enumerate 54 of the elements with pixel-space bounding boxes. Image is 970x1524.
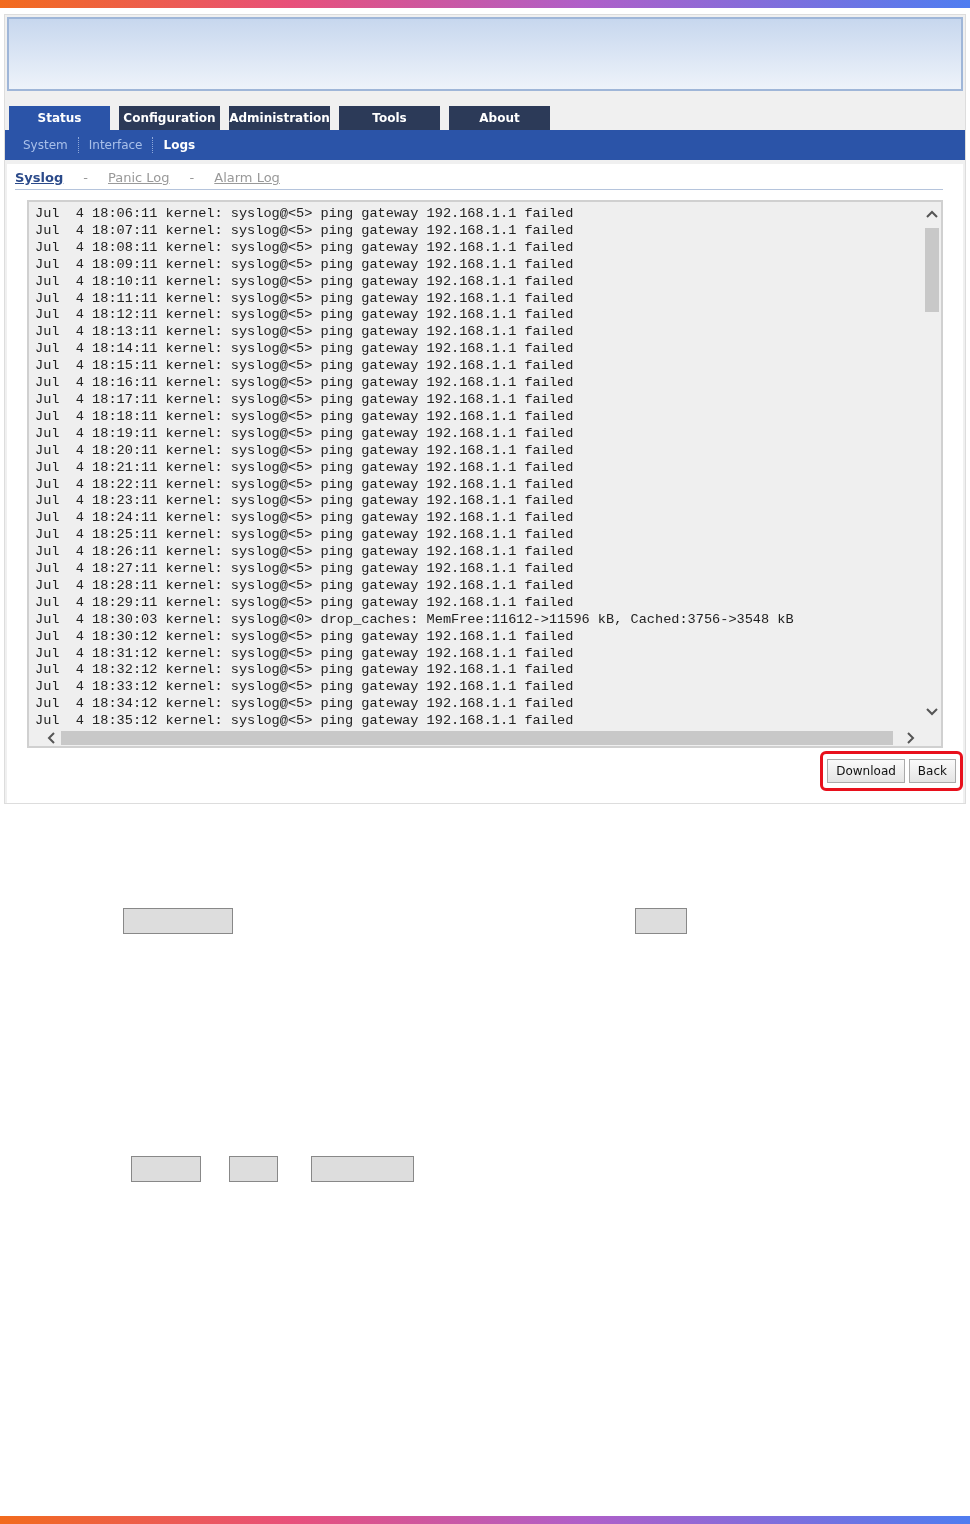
log-line: Jul 4 18:29:11 kernel: syslog@<5> ping gateway 192.168.1.1 failed <box>35 594 575 612</box>
log-line: Jul 4 18:06:11 kernel: syslog@<5> ping gateway 192.168.1.1 failed <box>35 206 575 223</box>
sub-nav-link[interactable]: Logs <box>157 138 202 152</box>
log-line: Jul 4 18:27:11 kernel: syslog@<5> ping gateway 192.168.1.1 failed <box>35 561 575 578</box>
action-button[interactable]: Download <box>827 759 905 784</box>
log-line: Jul 4 18:24:11 kernel: syslog@<5> ping gateway 192.168.1.1 failed <box>35 510 575 528</box>
log-line: Jul 4 18:32:12 kernel: syslog@<5> ping gateway 192.168.1.1 failed <box>35 662 575 680</box>
nav-tab[interactable]: Status <box>9 106 110 130</box>
log-line: Jul 4 18:19:11 kernel: syslog@<5> ping gateway 192.168.1.1 failed <box>35 425 575 443</box>
log-line: Jul 4 18:13:11 kernel: syslog@<5> ping gateway 192.168.1.1 failed <box>35 324 575 342</box>
log-line: Jul 4 18:28:11 kernel: syslog@<5> ping gateway 192.168.1.1 failed <box>35 577 575 595</box>
scroll-right-icon[interactable] <box>907 732 915 745</box>
nav-tab[interactable]: Administration <box>229 106 330 130</box>
log-line: Jul 4 18:11:11 kernel: syslog@<5> ping gateway 192.168.1.1 failed <box>35 290 575 308</box>
log-tab-link[interactable]: Syslog <box>15 170 64 185</box>
log-line: Jul 4 18:17:11 kernel: syslog@<5> ping gateway 192.168.1.1 failed <box>35 391 575 409</box>
log-line: Jul 4 18:18:11 kernel: syslog@<5> ping gateway 192.168.1.1 failed <box>35 408 575 426</box>
sub-nav-link[interactable]: System <box>17 138 74 152</box>
log-line: Jul 4 18:26:11 kernel: syslog@<5> ping gateway 192.168.1.1 failed <box>35 544 575 562</box>
log-line: Jul 4 18:23:11 kernel: syslog@<5> ping gateway 192.168.1.1 failed <box>35 493 575 511</box>
log-line: Jul 4 18:25:11 kernel: syslog@<5> ping gateway 192.168.1.1 failed <box>35 527 575 545</box>
nav-tab[interactable]: Tools <box>339 106 440 130</box>
separator-dash: - <box>189 170 195 185</box>
log-line: Jul 4 18:21:11 kernel: syslog@<5> ping gateway 192.168.1.1 failed <box>35 459 575 477</box>
log-line: Jul 4 18:12:11 kernel: syslog@<5> ping gateway 192.168.1.1 failed <box>35 307 575 325</box>
log-line: Jul 4 18:22:11 kernel: syslog@<5> ping gateway 192.168.1.1 failed <box>35 476 575 494</box>
log-line: Jul 4 18:30:03 kernel: syslog@<0> drop_caches: MemFree:11612->11596 kB, Cached:3756->3548 kB <box>35 611 795 629</box>
log-line: Jul 4 18:15:11 kernel: syslog@<5> ping gateway 192.168.1.1 failed <box>35 358 575 376</box>
log-line: Jul 4 18:16:11 kernel: syslog@<5> ping gateway 192.168.1.1 failed <box>35 375 575 392</box>
scroll-up-icon[interactable] <box>926 210 938 218</box>
sub-nav-link[interactable]: Interface <box>82 138 149 152</box>
nav-tab[interactable]: About <box>449 106 550 130</box>
log-line: Jul 4 18:35:12 kernel: syslog@<5> ping gateway 192.168.1.1 failed <box>35 713 575 731</box>
redacted-block <box>229 1156 278 1182</box>
scroll-left-icon[interactable] <box>47 732 55 745</box>
log-line: Jul 4 18:10:11 kernel: syslog@<5> ping gateway 192.168.1.1 failed <box>35 273 575 291</box>
log-line: Jul 4 18:20:11 kernel: syslog@<5> ping gateway 192.168.1.1 failed <box>35 442 575 460</box>
log-line: Jul 4 18:31:12 kernel: syslog@<5> ping gateway 192.168.1.1 failed <box>35 645 575 663</box>
log-text-area[interactable] <box>27 200 943 749</box>
redacted-block <box>635 908 687 934</box>
log-line: Jul 4 18:30:12 kernel: syslog@<5> ping gateway 192.168.1.1 failed <box>35 628 575 646</box>
separator-dash: - <box>83 170 88 185</box>
nav-tab[interactable]: Configuration <box>119 106 220 130</box>
log-line: Jul 4 18:09:11 kernel: syslog@<5> ping gateway 192.168.1.1 failed <box>35 256 575 274</box>
log-line: Jul 4 18:34:12 kernel: syslog@<5> ping gateway 192.168.1.1 failed <box>35 696 575 714</box>
log-line: Jul 4 18:07:11 kernel: syslog@<5> ping gateway 192.168.1.1 failed <box>35 222 575 240</box>
log-line: Jul 4 18:33:12 kernel: syslog@<5> ping gateway 192.168.1.1 failed <box>35 679 575 697</box>
scroll-down-icon[interactable] <box>926 708 938 717</box>
scrollbar-thumb[interactable] <box>61 731 893 746</box>
redacted-block <box>131 1156 201 1182</box>
log-line: Jul 4 18:08:11 kernel: syslog@<5> ping gateway 192.168.1.1 failed <box>35 239 575 257</box>
log-line: Jul 4 18:14:11 kernel: syslog@<5> ping gateway 192.168.1.1 failed <box>35 341 575 359</box>
action-button[interactable]: Back <box>908 759 956 784</box>
scrollbar-thumb[interactable] <box>925 228 939 312</box>
